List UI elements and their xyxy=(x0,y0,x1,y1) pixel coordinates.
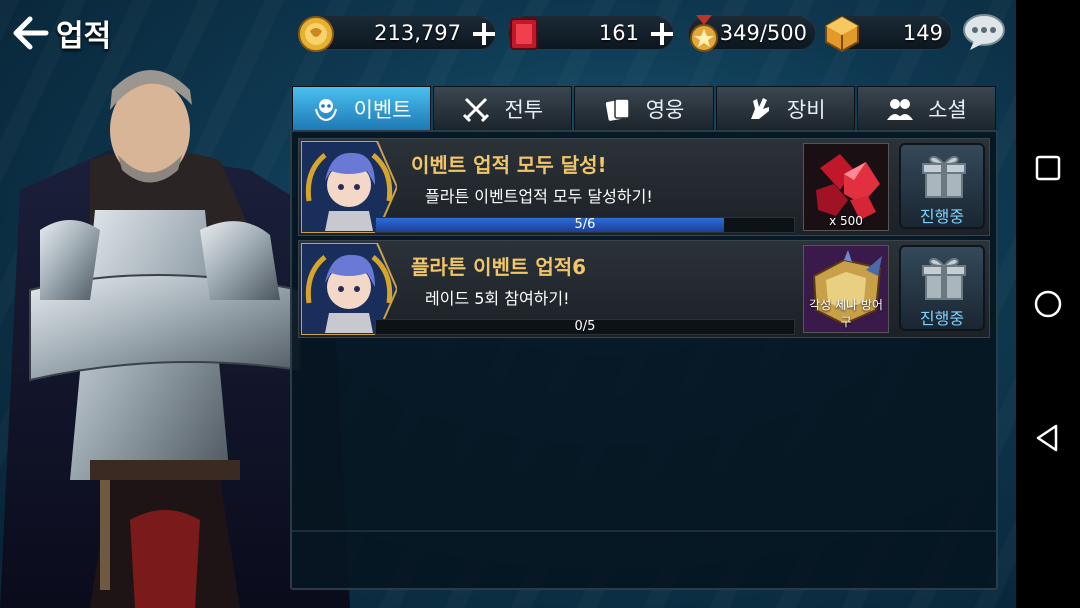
tab-social[interactable]: 소셜 xyxy=(856,86,997,130)
achievement-row[interactable]: 플라튼 이벤트 업적6 레이드 5회 참여하기! 0/5 각성 세나 방어구 진… xyxy=(298,240,990,338)
cube-icon xyxy=(825,15,859,53)
tab-equipment[interactable]: 장비 xyxy=(715,86,855,130)
people-icon xyxy=(887,98,914,120)
cards-icon xyxy=(605,97,630,121)
tab-event[interactable]: 이벤트 xyxy=(292,86,432,130)
achievement-title: 플라튼 이벤트 업적6 xyxy=(411,255,587,279)
back-button[interactable]: 업적 xyxy=(10,10,111,56)
status-button[interactable]: 진행중 xyxy=(899,245,985,331)
tab-social-label: 소셜 xyxy=(928,97,967,122)
tab-event-label: 이벤트 xyxy=(353,97,412,122)
medal-value: 349/500 xyxy=(719,21,807,45)
reward-item: x 500 xyxy=(803,143,889,231)
achievement-panel: 이벤트 업적 모두 달성! 플라튼 이벤트업적 모두 달성하기! 5/6 x 5… xyxy=(290,130,998,590)
gift-box-icon xyxy=(922,155,966,198)
panel-divider xyxy=(292,530,996,532)
cube-value: 149 xyxy=(902,21,943,45)
add-ruby-button[interactable] xyxy=(647,19,677,49)
ruby-value: 161 xyxy=(598,21,639,45)
reward-label: x 500 xyxy=(829,214,863,228)
progress-bar: 5/6 xyxy=(375,217,795,233)
back-nav-button[interactable] xyxy=(1032,422,1064,454)
arrow-left-icon xyxy=(13,16,49,50)
crossed-swords-icon xyxy=(463,97,490,122)
achievement-title: 이벤트 업적 모두 달성! xyxy=(411,153,607,177)
add-gold-button[interactable] xyxy=(469,19,499,49)
progress-text: 0/5 xyxy=(574,319,596,334)
tab-equipment-label: 장비 xyxy=(786,97,826,122)
reward-label: 각성 세나 방어구 xyxy=(809,298,883,329)
achievement-description: 플라튼 이벤트업적 모두 달성하기! xyxy=(425,187,653,206)
tab-hero-label: 영웅 xyxy=(645,97,685,122)
progress-text: 5/6 xyxy=(574,217,596,232)
gauntlet-icon xyxy=(750,97,769,119)
achievement-description: 레이드 5회 참여하기! xyxy=(425,289,570,308)
status-button[interactable]: 진행중 xyxy=(899,143,985,229)
cube-counter: 149 xyxy=(825,15,952,53)
tab-battle-label: 전투 xyxy=(504,97,544,122)
android-nav-bar xyxy=(1016,0,1080,608)
status-label: 진행중 xyxy=(919,309,965,328)
gold-counter: 213,797 xyxy=(298,16,499,52)
ruby-gem-icon xyxy=(510,18,538,50)
gold-coin-icon xyxy=(298,16,334,52)
status-label: 진행중 xyxy=(919,207,965,226)
gift-box-icon xyxy=(922,257,966,300)
medal-counter: 349/500 xyxy=(688,15,816,52)
achievement-row[interactable]: 이벤트 업적 모두 달성! 플라튼 이벤트업적 모두 달성하기! 5/6 x 5… xyxy=(298,138,990,236)
home-button[interactable] xyxy=(1032,288,1064,320)
medal-icon xyxy=(690,15,718,52)
skull-laurel-icon xyxy=(314,98,337,121)
chat-bubble-button[interactable] xyxy=(962,12,1006,52)
ruby-counter: 161 xyxy=(508,16,674,50)
screen: 업적 213,797 161 349/500 149 이벤트 전투 영웅 장비 … xyxy=(0,0,1080,608)
recent-apps-button[interactable] xyxy=(1032,152,1064,184)
progress-bar: 0/5 xyxy=(375,319,795,335)
gold-value: 213,797 xyxy=(374,21,461,45)
tab-hero[interactable]: 영웅 xyxy=(574,86,714,130)
category-tabs: 이벤트 전투 영웅 장비 소셜 xyxy=(292,86,997,130)
page-title: 업적 xyxy=(56,19,112,54)
tab-battle[interactable]: 전투 xyxy=(433,86,573,130)
reward-item: 각성 세나 방어구 xyxy=(803,245,889,333)
game-view: 업적 213,797 161 349/500 149 이벤트 전투 영웅 장비 … xyxy=(0,0,1016,608)
